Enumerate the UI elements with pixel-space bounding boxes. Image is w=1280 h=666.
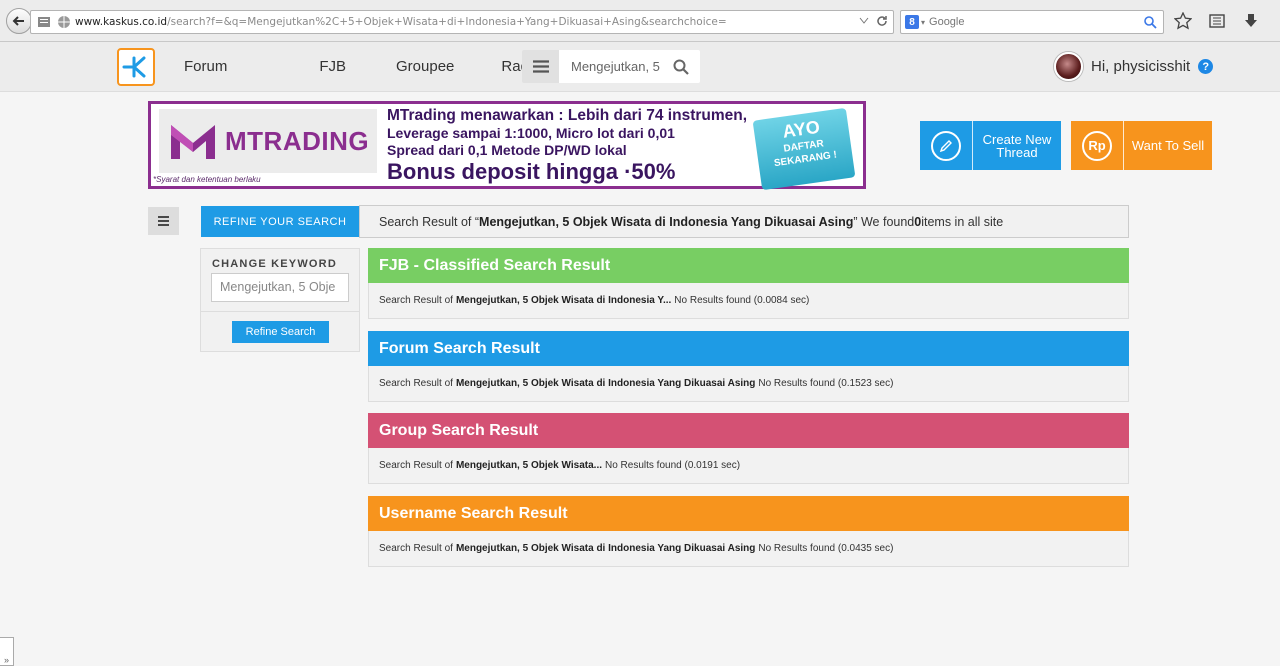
fjb-result-block: FJB - Classified Search Result Search Re… (368, 248, 1129, 319)
site-header: Forum FJB Groupee Radio Mengejutkan, 5 H… (0, 42, 1280, 92)
kaskus-k-icon (122, 56, 146, 78)
site-search-input[interactable]: Mengejutkan, 5 (559, 50, 700, 83)
reader-list-icon[interactable] (1206, 10, 1228, 32)
help-icon[interactable]: ? (1198, 59, 1214, 74)
panel-divider (201, 311, 359, 312)
result-query: Mengejutkan, 5 Objek Wisata di Indonesia… (455, 378, 756, 389)
summary-prefix: Search Result of “ (379, 214, 480, 229)
forum-result-body: Search Result of Mengejutkan, 5 Objek Wi… (368, 366, 1129, 402)
username-result-block: Username Search Result Search Result of … (368, 496, 1129, 567)
main-nav: Forum FJB Groupee Radio (166, 42, 541, 92)
signup-tag[interactable]: AYO DAFTAR SEKARANG ! (752, 107, 856, 191)
pencil-icon (931, 130, 961, 161)
keyword-input[interactable]: Mengejutkan, 5 Obje (211, 273, 349, 302)
group-result-body: Search Result of Mengejutkan, 5 Objek Wi… (368, 448, 1129, 484)
user-menu[interactable]: Hi, physicisshit ? (1054, 52, 1214, 81)
tab-refine-search[interactable]: REFINE YOUR SEARCH (201, 206, 359, 237)
want-to-sell-label: Want To Sell (1131, 138, 1205, 153)
dropdown-arrow-icon[interactable] (859, 17, 869, 25)
change-keyword-label: CHANGE KEYWORD (212, 258, 337, 270)
result-status: No Results found (0.0191 sec) (605, 460, 741, 471)
result-status: No Results found (0.1523 sec) (758, 378, 894, 389)
sidebar-toggle-button[interactable] (148, 207, 179, 235)
forum-result-title[interactable]: Forum Search Result (368, 331, 1129, 366)
refine-search-button[interactable]: Refine Search (232, 321, 329, 343)
ad-banner[interactable]: MTRADING MTrading menawarkan : Lebih dar… (148, 101, 866, 191)
banner-copy: MTrading menawarkan : Lebih dari 74 inst… (387, 106, 767, 185)
hamburger-icon (533, 60, 549, 73)
banner-fine-print: *Syarat dan ketentuan berlaku (153, 175, 261, 184)
magnifier-icon[interactable] (1144, 16, 1157, 29)
result-prefix: Search Result of (379, 460, 453, 471)
site-search-value: Mengejutkan, 5 (571, 59, 660, 74)
summary-query: Mengejutkan, 5 Objek Wisata di Indonesia… (479, 214, 854, 229)
address-bar[interactable]: www.kaskus.co.id/search?f=&q=Mengejutkan… (30, 10, 894, 34)
group-result-block: Group Search Result Search Result of Men… (368, 413, 1129, 484)
search-icon[interactable] (673, 59, 689, 75)
engine-search-box[interactable]: 8 ▾ Google (900, 10, 1164, 34)
url-domain: www.kaskus.co.id (75, 16, 168, 28)
user-greeting[interactable]: Hi, physicisshit (1091, 58, 1190, 75)
summary-suffix: items in all site (921, 214, 1004, 229)
summary-count: 0 (914, 214, 922, 229)
group-result-title[interactable]: Group Search Result (368, 413, 1129, 448)
bookmark-star-icon[interactable] (1172, 10, 1194, 32)
create-thread-icon-wrap (920, 121, 973, 170)
result-prefix: Search Result of (379, 295, 453, 306)
reload-icon[interactable] (875, 14, 889, 28)
result-query: Mengejutkan, 5 Objek Wisata di Indonesia… (455, 295, 672, 306)
rupiah-icon: Rp (1082, 130, 1112, 161)
url-text: www.kaskus.co.id/search?f=&q=Mengejutkan… (75, 16, 855, 28)
result-prefix: Search Result of (379, 378, 453, 389)
username-result-body: Search Result of Mengejutkan, 5 Objek Wi… (368, 531, 1129, 567)
back-arrow-icon (12, 16, 24, 26)
search-summary: Search Result of “Mengejutkan, 5 Objek W… (359, 205, 1129, 238)
result-query: Mengejutkan, 5 Objek Wisata... (455, 460, 602, 471)
sell-icon-wrap: Rp (1071, 121, 1124, 170)
create-thread-label: Create New Thread (982, 131, 1052, 160)
change-keyword-panel: CHANGE KEYWORD Mengejutkan, 5 Obje Refin… (200, 248, 360, 352)
corner-expand-handle[interactable]: » (0, 637, 14, 666)
download-arrow-icon[interactable] (1240, 10, 1262, 32)
result-status: No Results found (0.0084 sec) (674, 295, 810, 306)
want-to-sell-button[interactable]: Rp Want To Sell (1071, 121, 1212, 170)
create-thread-button[interactable]: Create New Thread (920, 121, 1061, 170)
mtrading-logo: MTRADING (159, 109, 377, 173)
back-button[interactable] (6, 8, 32, 34)
result-query: Mengejutkan, 5 Objek Wisata di Indonesia… (455, 543, 756, 554)
url-path: /search?f=&q=Mengejutkan%2C+5+Objek+Wisa… (167, 16, 727, 28)
avatar[interactable] (1054, 52, 1083, 81)
globe-icon (58, 16, 70, 28)
toolbar-icons (1172, 10, 1262, 32)
hamburger-icon (158, 216, 169, 226)
banner-line-2: Leverage sampai 1:1000, Micro lot dari 0… (387, 125, 675, 141)
mtrading-m-icon (171, 125, 215, 159)
result-prefix: Search Result of (379, 543, 453, 554)
nav-groupee[interactable]: Groupee (346, 42, 454, 92)
banner-line-3: Spread dari 0,1 Metode DP/WD lokal (387, 142, 627, 158)
menu-toggle-button[interactable] (522, 50, 560, 83)
url-end-controls (859, 14, 889, 28)
nav-fjb[interactable]: FJB (245, 42, 346, 92)
banner-line-1: MTrading menawarkan : Lebih dari 74 inst… (387, 107, 748, 124)
engine-dropdown-icon[interactable]: ▾ (921, 18, 925, 27)
forum-result-block: Forum Search Result Search Result of Men… (368, 331, 1129, 402)
google-icon: 8 (905, 15, 919, 29)
banner-line-4: Bonus deposit hingga ·50% (387, 159, 676, 184)
engine-search-placeholder: Google (929, 16, 965, 28)
browser-toolbar: www.kaskus.co.id/search?f=&q=Mengejutkan… (0, 0, 1280, 42)
page-list-icon (38, 17, 50, 27)
banner-brand: MTRADING (225, 125, 370, 156)
kaskus-logo[interactable] (117, 48, 155, 86)
fjb-result-body: Search Result of Mengejutkan, 5 Objek Wi… (368, 283, 1129, 319)
nav-forum[interactable]: Forum (166, 42, 245, 92)
result-status: No Results found (0.0435 sec) (758, 543, 894, 554)
summary-mid: ” We found (853, 214, 915, 229)
username-result-title[interactable]: Username Search Result (368, 496, 1129, 531)
fjb-result-title[interactable]: FJB - Classified Search Result (368, 248, 1129, 283)
